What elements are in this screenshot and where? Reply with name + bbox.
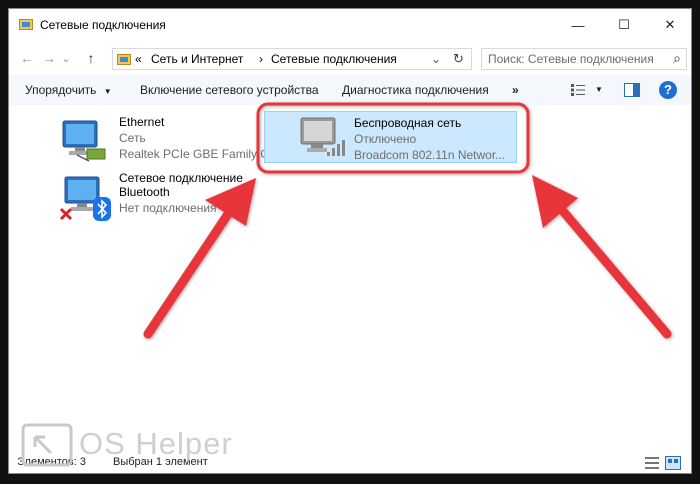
right-annotation-arrow xyxy=(532,175,672,339)
annotation-overlay xyxy=(143,102,672,339)
left-annotation-arrow xyxy=(143,178,256,339)
selection-highlight-outline xyxy=(256,102,530,174)
